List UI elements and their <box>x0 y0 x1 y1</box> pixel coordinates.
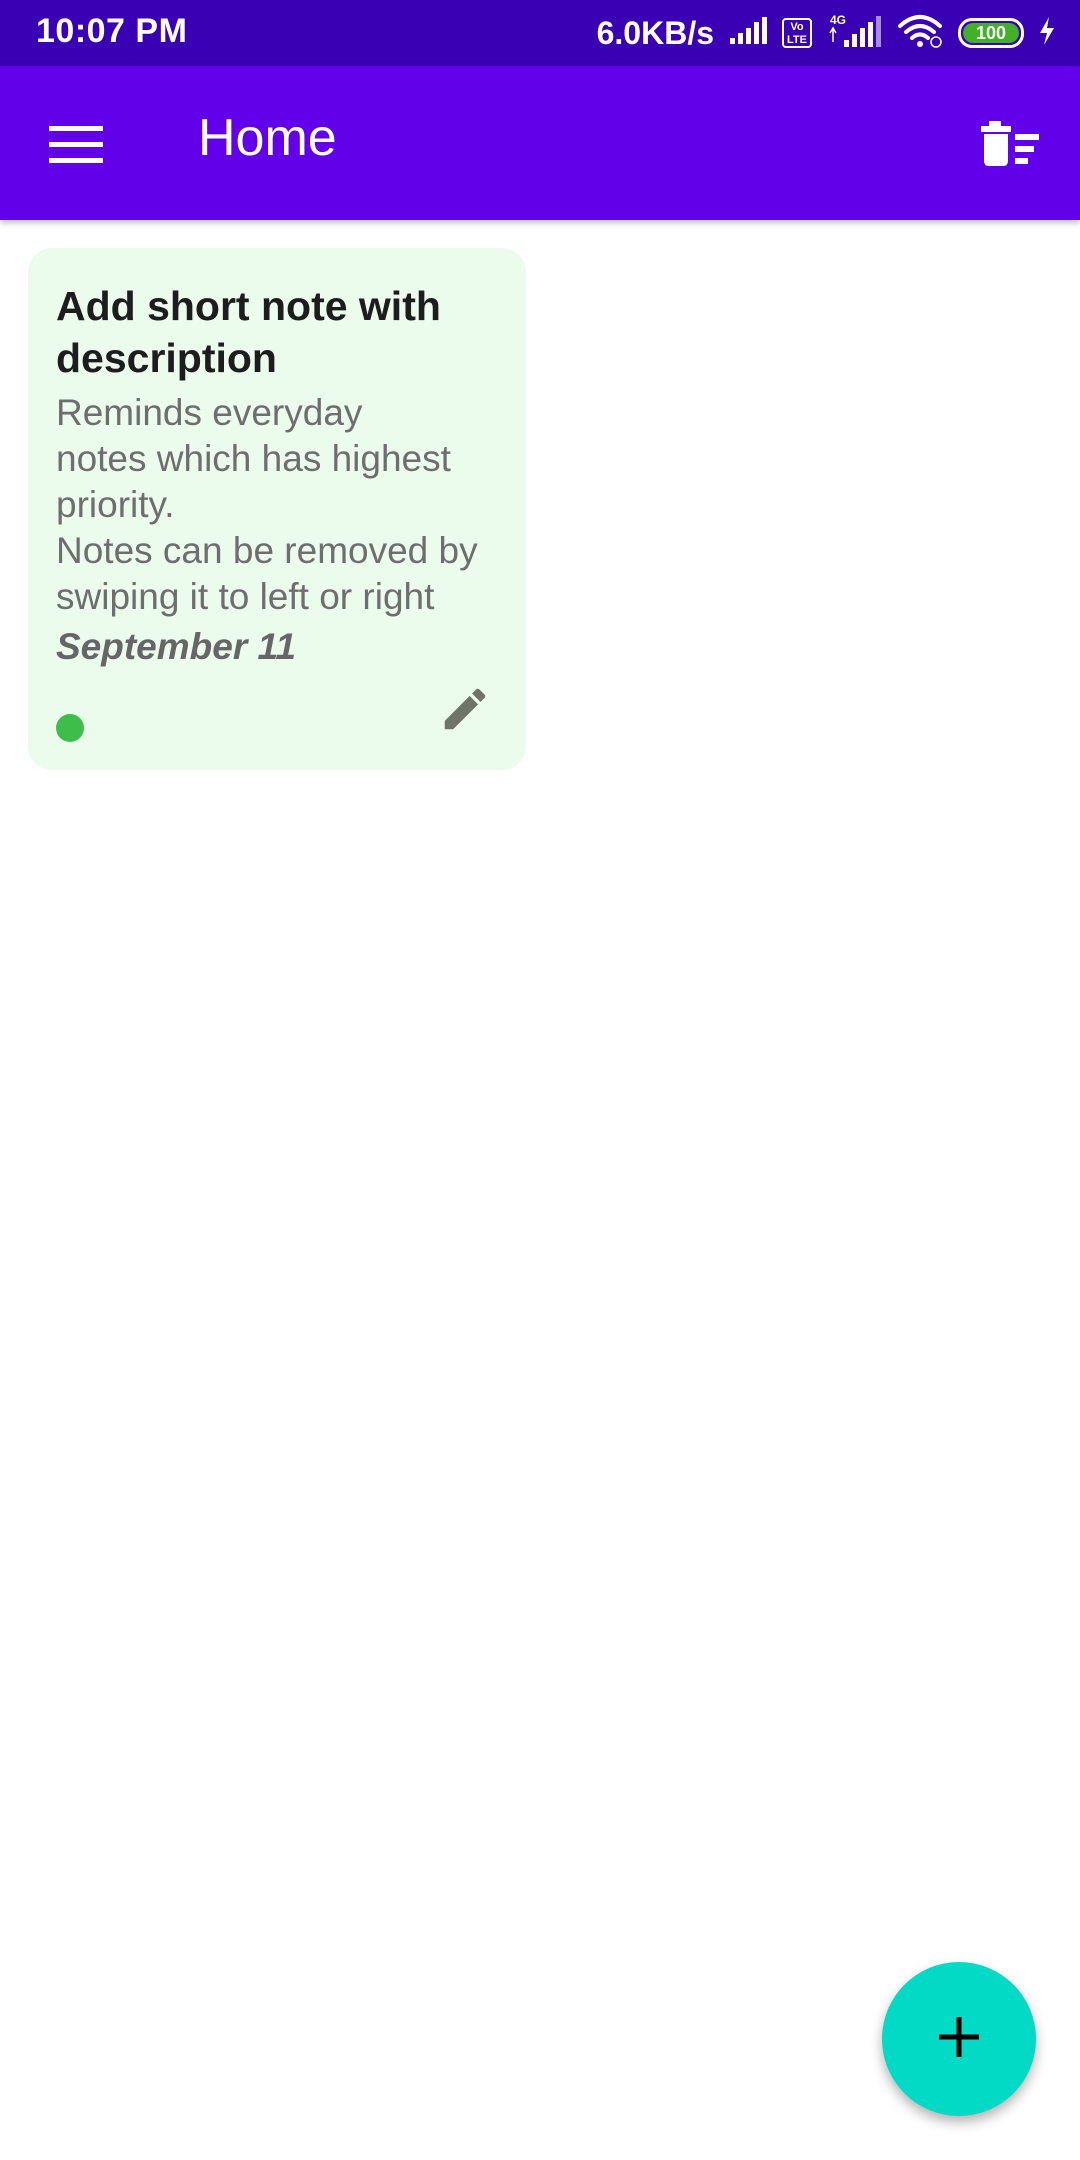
hamburger-menu-icon <box>49 124 103 169</box>
status-time: 10:07 PM <box>36 12 188 50</box>
volte-icon: Vo LTE <box>782 18 812 48</box>
status-icons: 6.0KB/s Vo LTE 4G 100 <box>597 10 1056 56</box>
app-bar: Home <box>0 66 1080 220</box>
delete-all-button[interactable] <box>970 106 1050 186</box>
add-note-button[interactable] <box>882 1962 1036 2116</box>
status-bar: 10:07 PM 6.0KB/s Vo LTE 4G 100 <box>0 0 1080 66</box>
plus-icon <box>937 2015 981 2064</box>
svg-text:4G: 4G <box>830 13 846 27</box>
note-title: Add short note with description <box>56 283 441 381</box>
signal-4g-icon: 4G <box>826 13 882 54</box>
edit-note-button[interactable] <box>430 676 500 746</box>
delete-sweep-icon <box>981 120 1039 172</box>
signal-icon <box>728 16 768 51</box>
wifi-icon <box>896 14 944 53</box>
priority-indicator <box>56 714 84 742</box>
pencil-icon <box>438 682 492 741</box>
menu-button[interactable] <box>36 106 116 186</box>
battery-icon: 100 <box>958 18 1024 48</box>
page-title: Home <box>198 109 337 167</box>
network-speed: 6.0KB/s <box>596 14 714 51</box>
note-card[interactable]: Add short note with description Reminds … <box>28 248 526 770</box>
home-screen: 10:07 PM 6.0KB/s Vo LTE 4G 100 Home Add … <box>0 0 1080 2160</box>
note-date: September 11 <box>56 626 296 667</box>
battery-level: 100 <box>963 23 1019 43</box>
charging-icon <box>1038 16 1056 51</box>
note-description: Reminds everyday notes which has highest… <box>56 392 478 617</box>
